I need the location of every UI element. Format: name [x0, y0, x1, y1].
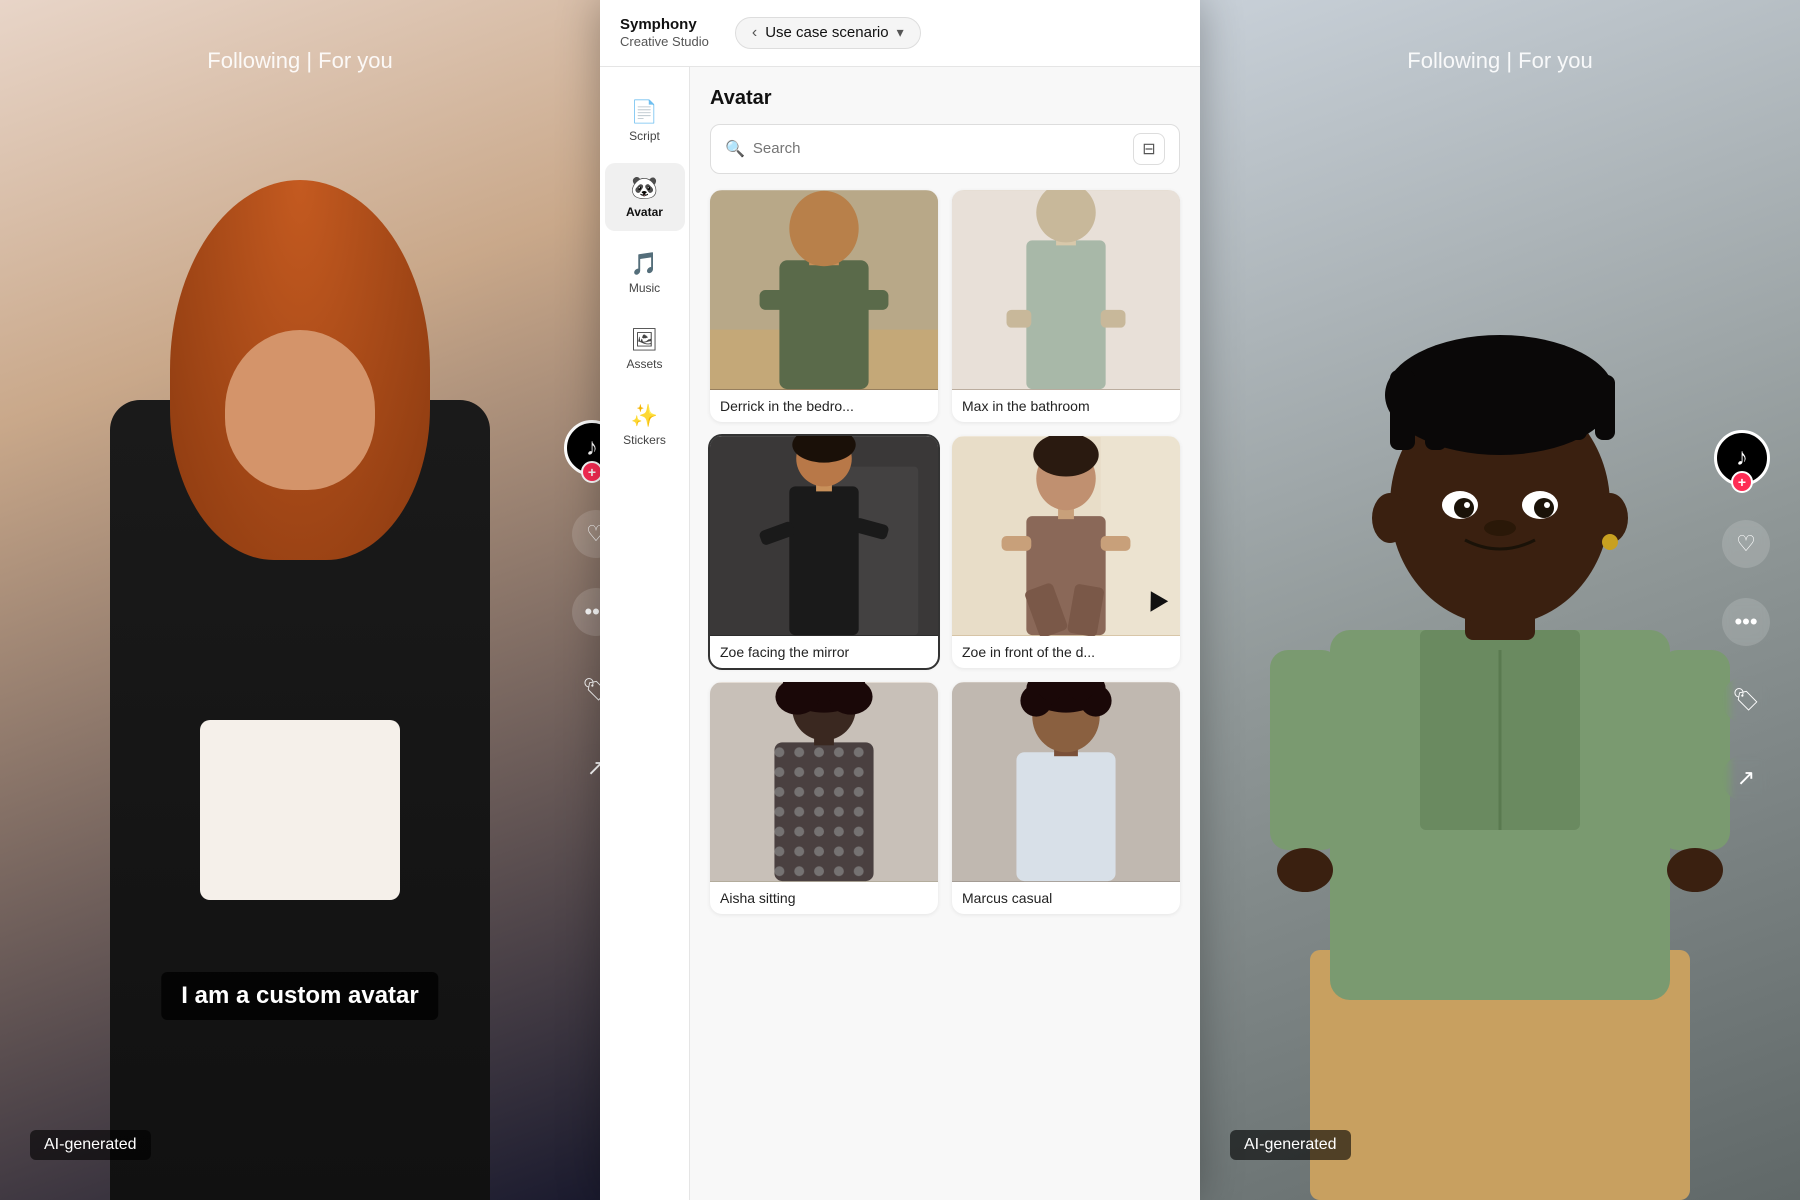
avatar-marcus-image: [952, 682, 1180, 882]
brand-subtitle: Creative Studio: [620, 34, 709, 50]
avatar-icon: 🐼: [631, 175, 658, 201]
sidebar: 📄 Script 🐼 Avatar 🎵 Music 🖼 Assets ✨ Sti…: [600, 67, 690, 1200]
assets-label: Assets: [626, 357, 662, 371]
avatar-max-image: [952, 190, 1180, 390]
avatar-zoe-mirror-image: [710, 436, 938, 636]
left-shirt: [200, 720, 400, 900]
avatar-zoe-mirror-label: Zoe facing the mirror: [710, 636, 938, 668]
share-button-left[interactable]: ↗: [572, 744, 600, 792]
share-icon-right: ↗: [1737, 765, 1755, 791]
comment-button-left[interactable]: •••: [572, 588, 600, 636]
music-icon: 🎵: [631, 251, 658, 277]
stickers-label: Stickers: [623, 433, 666, 447]
right-side-actions: ♡ ••• 🏷 ↗: [1722, 520, 1770, 802]
script-label: Script: [629, 129, 660, 143]
comment-button-right[interactable]: •••: [1722, 598, 1770, 646]
avatar-card-max[interactable]: Max in the bathroom: [952, 190, 1180, 422]
avatar-card-zoe-mirror[interactable]: Zoe facing the mirror: [710, 436, 938, 668]
heart-icon-left: ♡: [586, 521, 600, 547]
use-case-nav[interactable]: ‹ Use case scenario ▾: [735, 17, 921, 49]
tiktok-logo-left: ♪: [586, 434, 598, 462]
sidebar-item-script[interactable]: 📄 Script: [605, 87, 685, 155]
avatar-max-label: Max in the bathroom: [952, 390, 1180, 422]
stickers-icon: ✨: [631, 403, 658, 429]
assets-icon: 🖼: [631, 327, 659, 353]
avatar-card-zoe-front[interactable]: Zoe in front of the d...: [952, 436, 1180, 668]
sidebar-item-music[interactable]: 🎵 Music: [605, 239, 685, 307]
bookmark-icon-left: 🏷: [582, 677, 600, 703]
script-icon: 📄: [631, 99, 658, 125]
comment-icon-left: •••: [584, 599, 600, 625]
avatar-aisha-label: Aisha sitting: [710, 882, 938, 914]
sidebar-item-stickers[interactable]: ✨ Stickers: [605, 391, 685, 459]
avatar-aisha-image: [710, 682, 938, 882]
brand-name: Symphony: [620, 16, 709, 34]
nav-label: Use case scenario: [765, 24, 888, 41]
center-panel: Symphony Creative Studio ‹ Use case scen…: [600, 0, 1200, 1200]
tiktok-plus-left: +: [581, 461, 600, 483]
ai-badge-left: AI-generated: [30, 1130, 151, 1160]
left-following-text: Following | For you: [207, 48, 392, 74]
avatar-derrick-label: Derrick in the bedro...: [710, 390, 938, 422]
avatar-label: Avatar: [626, 205, 663, 219]
heart-button-left[interactable]: ♡: [572, 510, 600, 558]
studio-brand: Symphony Creative Studio: [620, 16, 709, 50]
filter-button[interactable]: ⊟: [1133, 133, 1165, 165]
tiktok-icon-right[interactable]: ♪ +: [1714, 430, 1770, 486]
search-bar: 🔍 ⊟: [710, 124, 1180, 174]
left-panel: Following | For you I am a custom avatar…: [0, 0, 600, 1200]
tiktok-logo-right: ♪: [1736, 444, 1748, 472]
heart-icon-right: ♡: [1736, 531, 1756, 557]
search-input[interactable]: [753, 140, 1125, 157]
avatar-content: Avatar 🔍 ⊟: [690, 67, 1200, 1200]
share-icon-left: ↗: [587, 755, 600, 781]
chevron-left-icon[interactable]: ‹: [752, 24, 757, 42]
avatar-card-derrick[interactable]: Derrick in the bedro...: [710, 190, 938, 422]
avatar-card-marcus[interactable]: Marcus casual: [952, 682, 1180, 914]
caption-box: I am a custom avatar: [161, 972, 438, 1020]
left-person-face: [225, 330, 375, 490]
bookmark-icon-right: 🏷: [1732, 687, 1760, 713]
comment-icon-right: •••: [1734, 609, 1757, 635]
heart-button-right[interactable]: ♡: [1722, 520, 1770, 568]
tiktok-plus-right: +: [1731, 471, 1753, 493]
studio-header: Symphony Creative Studio ‹ Use case scen…: [600, 0, 1200, 67]
bookmark-button-left[interactable]: 🏷: [572, 666, 600, 714]
music-label: Music: [629, 281, 660, 295]
avatar-derrick-image: [710, 190, 938, 390]
bookmark-button-right[interactable]: 🏷: [1722, 676, 1770, 724]
share-button-right[interactable]: ↗: [1722, 754, 1770, 802]
tiktok-icon-left[interactable]: ♪ +: [564, 420, 600, 476]
chevron-down-icon[interactable]: ▾: [897, 24, 904, 41]
sidebar-item-assets[interactable]: 🖼 Assets: [605, 315, 685, 383]
filter-icon: ⊟: [1142, 139, 1155, 159]
right-person-svg: [1250, 250, 1750, 1200]
search-icon: 🔍: [725, 139, 745, 159]
sidebar-item-avatar[interactable]: 🐼 Avatar: [605, 163, 685, 231]
left-side-actions: ♡ ••• 🏷 ↗: [572, 510, 600, 792]
right-panel: Following | For you: [1200, 0, 1800, 1200]
right-following-text: Following | For you: [1407, 48, 1592, 74]
avatar-grid: Derrick in the bedro...: [710, 190, 1180, 914]
avatar-zoe-front-label: Zoe in front of the d...: [952, 636, 1180, 668]
studio-body: 📄 Script 🐼 Avatar 🎵 Music 🖼 Assets ✨ Sti…: [600, 67, 1200, 1200]
section-title: Avatar: [710, 87, 1180, 110]
avatar-marcus-label: Marcus casual: [952, 882, 1180, 914]
avatar-card-aisha[interactable]: Aisha sitting: [710, 682, 938, 914]
ai-badge-right: AI-generated: [1230, 1130, 1351, 1160]
